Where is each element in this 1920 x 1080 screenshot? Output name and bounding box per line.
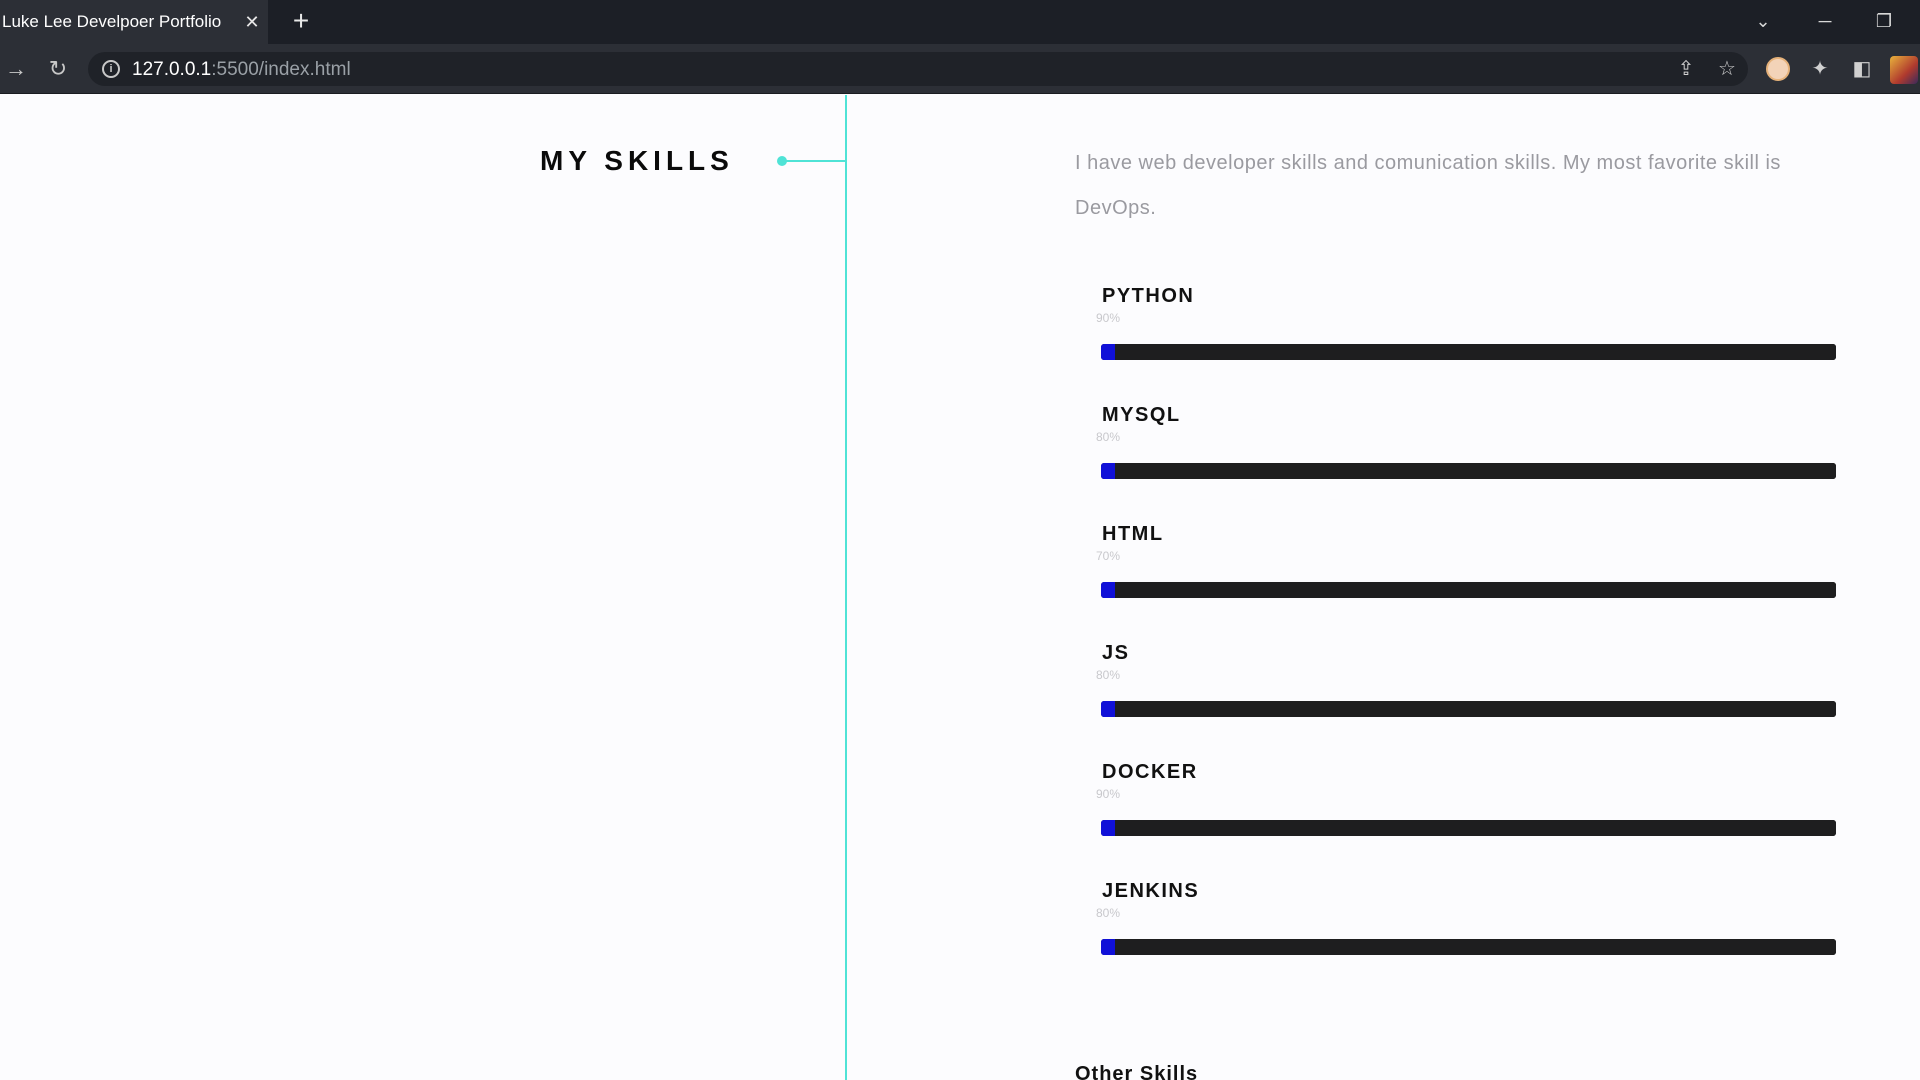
section-title: MY SKILLS — [540, 145, 734, 176]
timeline-dot — [777, 156, 787, 166]
url-path: :5500/index.html — [211, 59, 351, 80]
forward-arrow-icon[interactable]: → — [2, 55, 30, 83]
skill-progress-bar — [1101, 701, 1836, 717]
reload-icon[interactable]: ↻ — [44, 55, 72, 83]
skill-percent: 80% — [1096, 668, 1121, 682]
profile-icon[interactable] — [1890, 56, 1918, 84]
skill-item: DOCKER 90% — [1096, 761, 1836, 880]
bookmark-star-icon[interactable]: ☆ — [1715, 57, 1739, 81]
skill-progress-track — [1115, 820, 1836, 836]
skill-percent: 80% — [1096, 430, 1121, 444]
skill-name: JS — [1102, 642, 1130, 664]
skill-progress-fill — [1101, 701, 1115, 717]
skill-item: JS 80% — [1096, 642, 1836, 761]
skill-progress-fill — [1101, 939, 1115, 955]
skill-name: MYSQL — [1102, 404, 1181, 426]
skill-item: JENKINS 80% — [1096, 880, 1836, 999]
skill-progress-track — [1115, 939, 1836, 955]
skill-progress-track — [1115, 344, 1836, 360]
skill-progress-fill — [1101, 344, 1115, 360]
skill-progress-bar — [1101, 582, 1836, 598]
page-content: MY SKILLS I have web developer skills an… — [0, 95, 1920, 1080]
url-host: 127.0.0.1 — [132, 59, 212, 80]
skill-name: PYTHON — [1102, 285, 1195, 307]
tab-search-chevron-icon[interactable]: ⌄ — [1748, 8, 1778, 34]
skill-progress-bar — [1101, 820, 1836, 836]
skill-percent: 90% — [1096, 311, 1121, 325]
skill-percent: 80% — [1096, 906, 1121, 920]
skill-progress-track — [1115, 463, 1836, 479]
skills-intro: I have web developer skills and comunica… — [1075, 152, 1781, 219]
url-text: 127.0.0.1:5500/index.html — [132, 59, 351, 81]
skill-percent: 70% — [1096, 549, 1121, 563]
skill-progress-fill — [1101, 582, 1115, 598]
site-info-icon[interactable]: i — [102, 60, 120, 78]
tab-title: Luke Lee Develpoer Portfolio — [2, 12, 222, 31]
timeline-connector — [782, 160, 846, 162]
active-tab[interactable]: Luke Lee Develpoer Portfolio ✕ — [0, 0, 268, 44]
new-tab-button[interactable]: + — [288, 7, 314, 36]
skill-name: JENKINS — [1102, 880, 1200, 902]
side-panel-icon[interactable]: ◧ — [1850, 57, 1874, 81]
skill-item: HTML 70% — [1096, 523, 1836, 642]
skill-percent: 90% — [1096, 787, 1121, 801]
skill-name: HTML — [1102, 523, 1164, 545]
close-tab-icon[interactable]: ✕ — [242, 12, 262, 32]
skill-progress-bar — [1101, 463, 1836, 479]
skill-progress-fill — [1101, 463, 1115, 479]
other-skills-heading: Other Skills — [1075, 1063, 1199, 1080]
extension-avatar-icon[interactable] — [1766, 57, 1790, 81]
skills-list: PYTHON 90% MYSQL 80% HTML 70% JS 80% DOC… — [1096, 285, 1836, 999]
minimize-icon[interactable]: ─ — [1810, 8, 1840, 34]
skill-progress-track — [1115, 582, 1836, 598]
skill-progress-track — [1115, 701, 1836, 717]
skill-progress-fill — [1101, 820, 1115, 836]
skill-progress-bar — [1101, 939, 1836, 955]
skill-progress-bar — [1101, 344, 1836, 360]
timeline-line — [845, 95, 847, 1080]
restore-icon[interactable]: ❐ — [1869, 8, 1899, 34]
extensions-puzzle-icon[interactable]: ✦ — [1808, 57, 1832, 81]
skill-item: PYTHON 90% — [1096, 285, 1836, 404]
skill-name: DOCKER — [1102, 761, 1198, 783]
skill-item: MYSQL 80% — [1096, 404, 1836, 523]
share-icon[interactable]: ⇪ — [1674, 57, 1698, 81]
tab-strip: Luke Lee Develpoer Portfolio ✕ + ⌄ ─ ❐ — [0, 0, 1920, 44]
browser-toolbar: → ↻ i 127.0.0.1:5500/index.html ⇪ ☆ ✦ ◧ — [0, 44, 1920, 94]
address-bar[interactable]: i 127.0.0.1:5500/index.html ⇪ ☆ — [88, 52, 1748, 86]
